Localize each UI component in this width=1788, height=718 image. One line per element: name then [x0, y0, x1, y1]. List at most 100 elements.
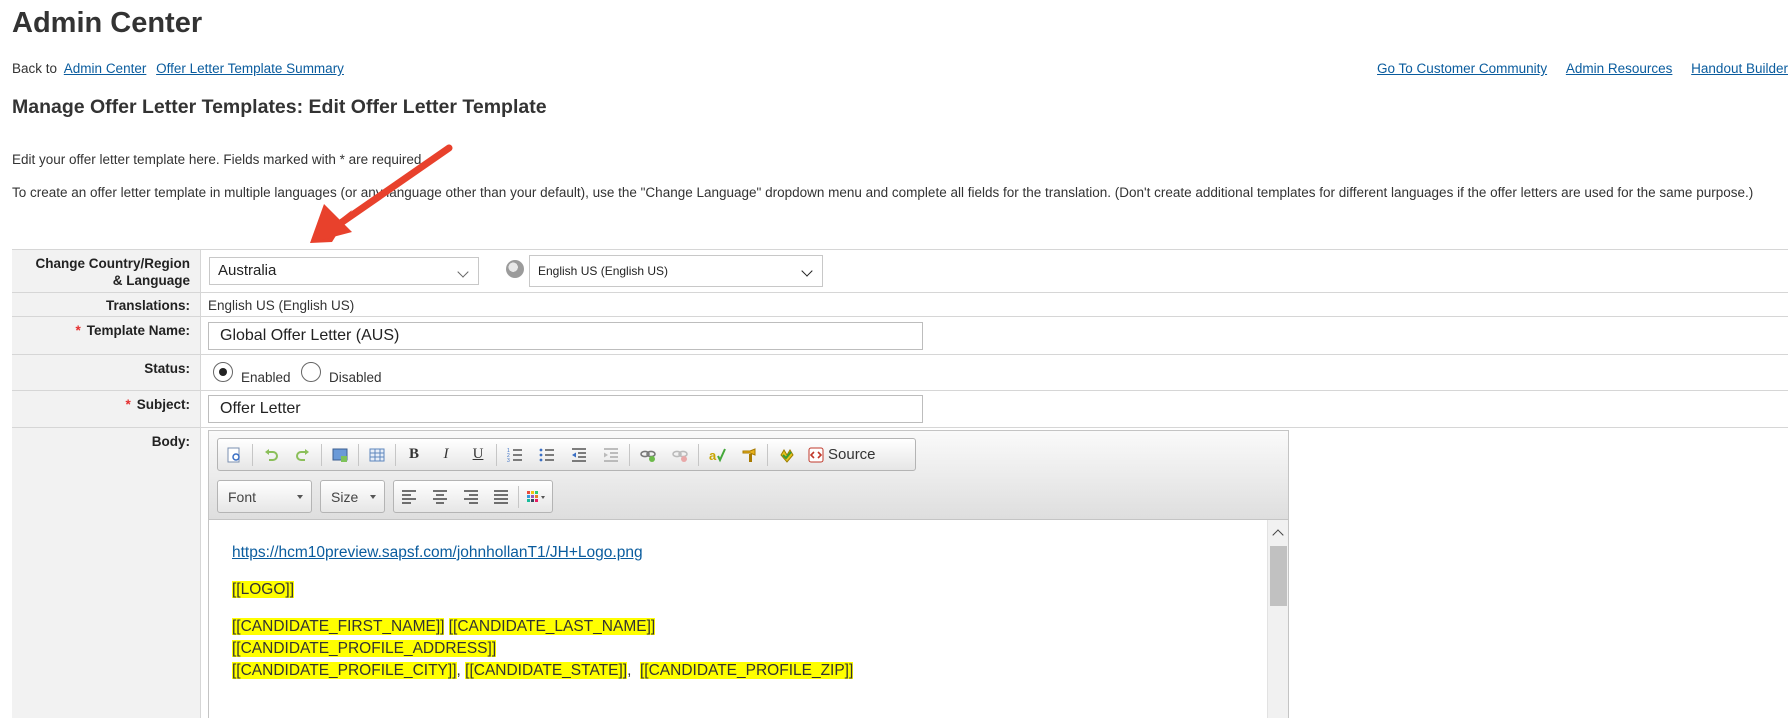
template-name-label: * Template Name: [12, 322, 201, 339]
svg-text:a: a [709, 448, 717, 463]
bulleted-list-icon[interactable] [533, 442, 561, 468]
country-select-value: Australia [218, 262, 277, 279]
row-divider [12, 390, 1788, 391]
align-center-icon[interactable] [427, 484, 454, 510]
link-icon[interactable] [634, 442, 662, 468]
toolbar-separator [321, 443, 322, 466]
globe-icon [506, 260, 524, 278]
toolbar-separator [395, 443, 396, 466]
page-title: Admin Center [12, 7, 203, 39]
svg-text:3: 3 [507, 458, 510, 464]
redo-icon[interactable] [289, 442, 317, 468]
spellcheck-icon[interactable]: a [703, 442, 731, 468]
size-combo[interactable]: Size [320, 480, 385, 513]
instruction-required: Edit your offer letter template here. Fi… [12, 152, 426, 167]
align-right-icon[interactable] [457, 484, 484, 510]
customer-community-link[interactable]: Go To Customer Community [1377, 61, 1547, 76]
editor-scrollbar[interactable] [1267, 520, 1288, 718]
template-form: Change Country/Region & Language Austral… [12, 249, 1788, 718]
instruction-languages: To create an offer letter template in mu… [12, 185, 1754, 200]
status-label: Status: [144, 361, 190, 376]
chevron-up-icon[interactable] [1272, 529, 1284, 541]
toolbar-row-1: B I U 123 a Source [217, 438, 916, 471]
toolbar-separator [358, 443, 359, 466]
toolbar-separator [767, 443, 768, 466]
source-icon [808, 447, 824, 462]
template-name-input[interactable] [208, 322, 923, 350]
insert-field-icon[interactable] [772, 442, 800, 468]
row-divider [12, 316, 1788, 317]
label-column [12, 250, 201, 718]
required-marker: * [125, 397, 131, 412]
toolbar-separator [252, 443, 253, 466]
admin-resources-link[interactable]: Admin Resources [1566, 61, 1673, 76]
status-disabled-label: Disabled [329, 370, 382, 385]
preview-icon[interactable] [220, 442, 248, 468]
font-combo-label: Font [228, 489, 257, 505]
breadcrumb: Back to Admin Center Offer Letter Templa… [12, 61, 344, 76]
translations-value: English US (English US) [208, 298, 355, 313]
row-divider [12, 354, 1788, 355]
underline-icon[interactable]: U [464, 442, 492, 468]
row-divider [12, 427, 1788, 428]
subject-input[interactable] [208, 395, 923, 423]
page-subtitle: Manage Offer Letter Templates: Edit Offe… [12, 96, 547, 118]
city-token: [[CANDIDATE_PROFILE_CITY]] [232, 662, 457, 679]
back-admin-center-link[interactable]: Admin Center [64, 61, 147, 76]
rich-text-editor: B I U 123 a Source Font Size https://hcm… [208, 430, 1289, 718]
country-select[interactable]: Australia [209, 257, 479, 285]
first-name-token: [[CANDIDATE_FIRST_NAME]] [232, 618, 445, 635]
italic-icon[interactable]: I [432, 442, 460, 468]
zip-token: [[CANDIDATE_PROFILE_ZIP]] [639, 662, 854, 679]
editor-content[interactable]: https://hcm10preview.sapsf.com/johnholla… [209, 520, 1267, 718]
dropdown-arrow-icon [370, 495, 376, 499]
editor-toolbar: B I U 123 a Source Font Size [209, 431, 1288, 520]
arrowhead [310, 210, 352, 243]
language-select[interactable]: English US (English US) [529, 255, 823, 287]
align-left-icon[interactable] [396, 484, 423, 510]
back-offer-letter-summary-link[interactable]: Offer Letter Template Summary [156, 61, 344, 76]
state-token: [[CANDIDATE_STATE]] [465, 662, 628, 679]
chevron-down-icon [457, 266, 469, 278]
status-enabled-radio[interactable] [213, 362, 233, 382]
paste-icon[interactable] [735, 442, 763, 468]
country-language-label-line1: Change Country/Region [35, 256, 191, 271]
size-combo-label: Size [331, 489, 359, 505]
toolbar-separator [496, 443, 497, 466]
toolbar-separator [629, 443, 630, 466]
color-icon[interactable] [523, 484, 550, 510]
handout-builder-link[interactable]: Handout Builder [1691, 61, 1788, 76]
table-icon[interactable] [363, 442, 391, 468]
numbered-list-icon[interactable]: 123 [501, 442, 529, 468]
justify-icon[interactable] [488, 484, 515, 510]
source-button[interactable]: Source [804, 442, 880, 468]
address-token: [[CANDIDATE_PROFILE_ADDRESS]] [232, 640, 497, 657]
row-divider [12, 292, 1788, 293]
arrowhead [310, 204, 352, 243]
bold-icon[interactable]: B [400, 442, 428, 468]
status-enabled-label: Enabled [241, 370, 291, 385]
subject-label: * Subject: [12, 396, 201, 413]
unlink-icon[interactable] [666, 442, 694, 468]
undo-icon[interactable] [257, 442, 285, 468]
body-label: Body: [151, 434, 190, 449]
dropdown-arrow-icon [297, 495, 303, 499]
top-links: Go To Customer Community Admin Resources… [1362, 61, 1788, 76]
toolbar-row-2 [393, 480, 553, 513]
toolbar-separator [518, 485, 520, 508]
indent-icon[interactable] [597, 442, 625, 468]
last-name-token: [[CANDIDATE_LAST_NAME]] [448, 618, 656, 635]
scrollbar-thumb[interactable] [1270, 546, 1287, 606]
status-disabled-radio[interactable] [301, 362, 321, 382]
template-name-label-text: Template Name: [86, 323, 190, 338]
outdent-icon[interactable] [565, 442, 593, 468]
logo-url-link[interactable]: https://hcm10preview.sapsf.com/johnholla… [232, 544, 643, 561]
source-label: Source [828, 446, 876, 463]
subject-label-text: Subject: [136, 397, 190, 412]
logo-token: [[LOGO]] [232, 581, 295, 598]
country-language-label: Change Country/Region & Language [12, 255, 201, 289]
country-language-label-line2: & Language [112, 273, 190, 288]
language-select-value: English US (English US) [538, 264, 669, 278]
font-combo[interactable]: Font [217, 480, 312, 513]
image-icon[interactable] [326, 442, 354, 468]
